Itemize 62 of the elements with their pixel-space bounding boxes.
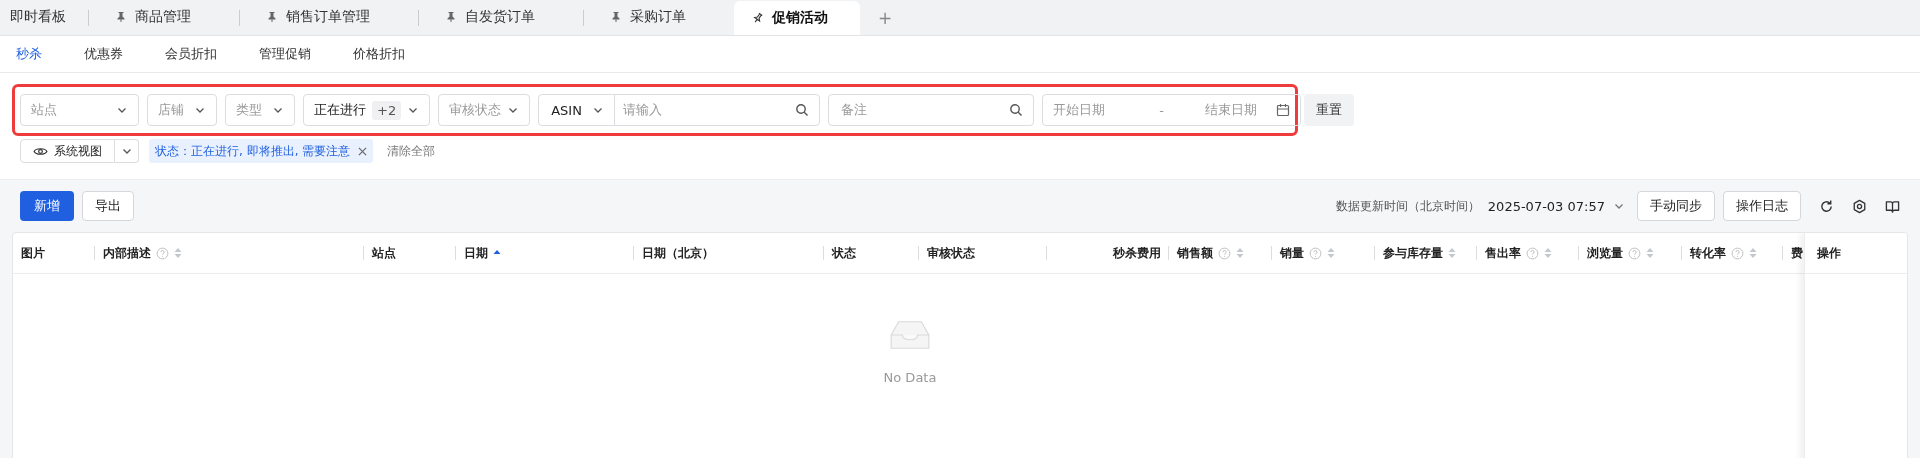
update-time: 2025-07-03 07:57 xyxy=(1487,198,1605,214)
page-tab[interactable]: 即时看板 xyxy=(0,0,80,35)
count-badge: +2 xyxy=(372,100,402,120)
pin-icon xyxy=(115,11,127,23)
book-icon[interactable] xyxy=(1885,198,1900,214)
pin-icon xyxy=(610,11,622,23)
page-tab[interactable]: 采购订单 xyxy=(592,0,726,35)
sync-button[interactable]: 手动同步 xyxy=(1637,191,1715,221)
clear-all-link[interactable]: 清除全部 xyxy=(383,142,440,160)
filter-tag-text: 状态：正在进行, 即将推出, 需要注意 xyxy=(155,142,351,160)
pin-icon xyxy=(752,12,764,24)
column-header[interactable]: 日期 xyxy=(464,244,488,262)
sub-tab[interactable]: 优惠券 xyxy=(78,36,135,72)
page-tab[interactable]: 销售订单管理 xyxy=(248,0,410,35)
column-header: 日期（北京） xyxy=(642,244,714,262)
column-header[interactable]: 销量 xyxy=(1280,244,1304,262)
sub-tab[interactable]: 管理促销 xyxy=(253,36,323,72)
add-button[interactable]: 新增 xyxy=(20,191,74,221)
column-header: 站点 xyxy=(372,244,396,262)
help-icon xyxy=(1218,246,1231,260)
empty-state-text: No Data xyxy=(883,370,937,385)
page-tab[interactable]: 自发货订单 xyxy=(427,0,575,35)
help-icon xyxy=(1628,246,1641,260)
log-button[interactable]: 操作日志 xyxy=(1723,191,1801,221)
sub-tab[interactable]: 价格折扣 xyxy=(347,36,417,72)
column-header: 图片 xyxy=(21,244,45,262)
eye-icon xyxy=(33,145,48,157)
search-field[interactable]: ASIN 请输入 xyxy=(538,94,821,126)
sub-tab[interactable]: 会员折扣 xyxy=(159,36,229,72)
pin-icon xyxy=(266,11,278,23)
view-button[interactable]: 系统视图 xyxy=(20,139,115,163)
refresh-icon[interactable] xyxy=(1819,198,1834,214)
page-tab[interactable]: 促销活动 xyxy=(734,1,860,35)
export-button[interactable]: 导出 xyxy=(82,191,134,221)
column-header[interactable]: 参与库存量 xyxy=(1383,244,1443,262)
page-tab[interactable]: 商品管理 xyxy=(97,0,231,35)
dropdown-button[interactable] xyxy=(115,139,139,163)
calendar-icon xyxy=(1276,103,1291,117)
help-icon xyxy=(1731,246,1744,260)
column-header[interactable]: 售出率 xyxy=(1485,244,1521,262)
close-icon[interactable] xyxy=(358,146,368,156)
column-header[interactable]: 转化率 xyxy=(1690,244,1726,262)
settings-icon[interactable] xyxy=(1852,198,1867,214)
sub-tab[interactable]: 秒杀 xyxy=(10,36,54,72)
help-icon xyxy=(1309,246,1322,260)
column-header[interactable]: 销售额 xyxy=(1177,244,1213,262)
help-icon xyxy=(156,246,169,260)
column-header: 秒杀费用 xyxy=(1113,244,1161,262)
column-header: 费 xyxy=(1791,244,1803,262)
column-header[interactable]: 浏览量 xyxy=(1587,244,1623,262)
empty-inbox-icon xyxy=(887,318,933,352)
select-field[interactable]: 正在进行 +2 xyxy=(303,94,431,126)
column-header: 审核状态 xyxy=(927,244,975,262)
search-icon xyxy=(1009,103,1024,117)
column-header[interactable]: 内部描述 xyxy=(103,244,151,262)
column-header: 操作 xyxy=(1805,233,1907,274)
reset-button[interactable]: 重置 xyxy=(1304,94,1354,126)
pin-icon xyxy=(445,11,457,23)
column-header: 状态 xyxy=(832,244,856,262)
help-icon xyxy=(1526,246,1539,260)
search-icon xyxy=(795,103,810,117)
update-time-label: 数据更新时间（北京时间） xyxy=(1335,197,1480,215)
